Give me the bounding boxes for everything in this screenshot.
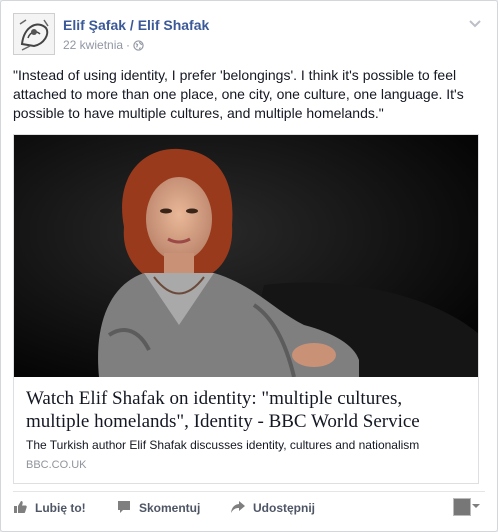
comment-button[interactable]: Skomentuj: [117, 497, 200, 519]
share-icon: [231, 500, 253, 517]
post-date[interactable]: 22 kwietnia: [63, 38, 123, 52]
chevron-down-icon[interactable]: [467, 15, 483, 31]
share-label: Udostępnij: [253, 501, 315, 515]
link-preview[interactable]: Watch Elif Shafak on identity: "multiple…: [13, 134, 479, 484]
post-actions: Lubię to! Skomentuj Udostępnij: [13, 497, 485, 519]
link-description: The Turkish author Elif Shafak discusses…: [26, 438, 420, 452]
share-button[interactable]: Udostępnij: [231, 497, 315, 519]
caret-down-icon: [471, 498, 481, 516]
post-author-link[interactable]: Elif Şafak / Elif Shafak: [63, 17, 209, 33]
globe-icon: [133, 40, 144, 54]
thumbs-up-icon: [13, 500, 35, 517]
post-text: "Instead of using identity, I prefer 'be…: [13, 67, 464, 121]
post-card: Elif Şafak / Elif Shafak 22 kwietnia · "I…: [0, 0, 498, 532]
viewer-avatar: [453, 498, 471, 516]
post-meta: 22 kwietnia ·: [63, 38, 144, 54]
link-domain: BBC.CO.UK: [26, 459, 87, 471]
comment-label: Skomentuj: [139, 501, 201, 515]
link-title[interactable]: Watch Elif Shafak on identity: "multiple…: [26, 387, 466, 433]
link-image[interactable]: [14, 135, 478, 377]
page-avatar[interactable]: [13, 13, 55, 55]
viewer-selector[interactable]: [453, 497, 485, 517]
post-header: Elif Şafak / Elif Shafak 22 kwietnia ·: [13, 13, 485, 59]
like-button[interactable]: Lubię to!: [13, 497, 86, 519]
like-label: Lubię to!: [35, 501, 86, 515]
comment-icon: [117, 500, 139, 517]
meta-separator: ·: [126, 38, 131, 52]
actions-divider: [13, 491, 485, 492]
